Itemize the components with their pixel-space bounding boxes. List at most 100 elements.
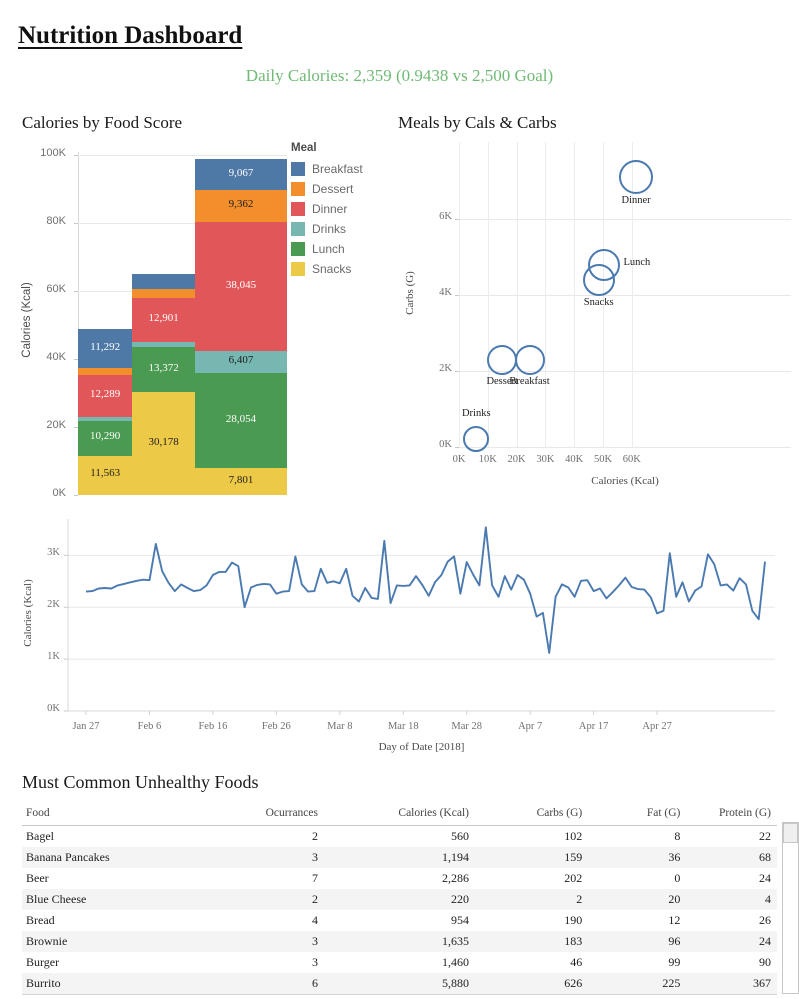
table-body: Bagel 2 560 102 8 22 Banana Pancakes 3 1,194 159 3… [22, 826, 777, 995]
table-row[interactable]: Blue Cheese 2 220 2 20 4 [22, 889, 777, 910]
table-col-header-1[interactable]: Ocurrances [195, 803, 324, 826]
scatter-y-axis-title: Carbs (G) [404, 270, 416, 315]
bar-value-label: 13,372 [148, 361, 179, 374]
meal-legend: Meal Breakfast Dessert Dinner Drinks Lunch Sn… [291, 142, 391, 279]
bar-value-label: 9,362 [228, 198, 254, 211]
table-row[interactable]: Burrito 6 5,880 626 225 367 [22, 973, 777, 995]
line-x-tick: Mar 18 [387, 721, 419, 732]
table-cell: Beer [26, 871, 49, 885]
table-cell: 159 [564, 850, 583, 864]
table-cell: 68 [759, 850, 771, 864]
table-col-header-0[interactable]: Food [22, 803, 196, 826]
table-head: Food Ocurrances Calories (Kcal) Carbs (G) Fa… [22, 803, 777, 826]
table-cell: 4 [765, 892, 771, 906]
bar-segment-breakfast-1[interactable] [132, 274, 196, 289]
bar-y-tick: 20K [46, 419, 66, 431]
table-cell: 5,880 [323, 973, 475, 995]
legend-item-label: Lunch [312, 242, 345, 256]
bar-y-tickmark [74, 155, 78, 156]
bar-value-label: 6,407 [228, 354, 254, 367]
table-cell: 12 [668, 913, 681, 927]
table-cell: 3 [311, 955, 318, 969]
bubble-drinks[interactable] [463, 426, 490, 453]
table-cell: 560 [450, 829, 469, 843]
legend-item-dessert[interactable]: Dessert [291, 179, 391, 199]
table-cell: 1,460 [441, 955, 469, 969]
scatter-gridline-v [516, 142, 518, 447]
scatter-x-tick: 60K [622, 454, 641, 465]
bar-y-tick: 80K [46, 215, 66, 227]
legend-item-lunch[interactable]: Lunch [291, 239, 391, 259]
bar-y-tickmark [74, 291, 78, 292]
table-cell: 99 [668, 955, 681, 969]
bar-y-tick: 100K [40, 147, 66, 159]
bar-y-tick: 0K [52, 487, 66, 499]
scatter-gridline-v [459, 142, 460, 447]
table-cell: 24 [759, 934, 771, 948]
legend-item-snacks[interactable]: Snacks [291, 259, 391, 279]
legend-swatch-dinner [291, 202, 305, 216]
line-y-tick: 3K [47, 547, 60, 559]
table-cell: Bagel [26, 829, 54, 843]
table-scrollbar[interactable] [782, 822, 799, 994]
table-col-header-5[interactable]: Protein (G) [686, 803, 777, 826]
table-row[interactable]: Bread 4 954 190 12 26 [22, 910, 777, 931]
table-cell: Burger [26, 955, 60, 969]
scatter-y-tick: 6K [439, 211, 452, 222]
bar-value-label: 12,289 [90, 388, 121, 401]
bubble-dinner[interactable] [619, 160, 654, 195]
table-row[interactable]: Banana Pancakes 3 1,194 159 36 68 [22, 847, 777, 868]
table-col-header-2[interactable]: Calories (Kcal) [323, 803, 475, 826]
legend-item-drinks[interactable]: Drinks [291, 219, 391, 239]
table-row[interactable]: Brownie 3 1,635 183 96 24 [22, 931, 777, 952]
daily-calories-line-chart[interactable]: 0K 1K 2K 3K Jan 27 Feb 6 Feb 16 Feb 26 Mar 8 Mar … [0, 505, 799, 760]
legend-item-label: Breakfast [312, 162, 363, 176]
table-cell: 2 [311, 829, 318, 843]
table-row[interactable]: Bagel 2 560 102 8 22 [22, 826, 777, 848]
table-cell: 220 [450, 892, 469, 906]
table-col-header-3[interactable]: Carbs (G) [474, 803, 589, 826]
bar-segment-drinks-0[interactable] [78, 416, 133, 421]
meals-by-cals-carbs-chart[interactable]: 0K 2K 4K 6K 0K 10K 20K 30K 40K 50K 60K Calories (Kc… [398, 130, 799, 500]
table-cell: 6 [195, 973, 324, 995]
bar-segment-dessert-1[interactable] [132, 288, 196, 299]
table-cell: 90 [759, 955, 771, 969]
table-cell: 2 [576, 892, 583, 906]
scatter-y-tick: 0K [439, 439, 452, 450]
scatter-gridline-h [459, 447, 791, 448]
bar-segment-drinks-1[interactable] [132, 342, 196, 347]
bubble-label-drinks: Drinks [461, 408, 491, 420]
bar-segment-dessert-0[interactable] [78, 367, 133, 376]
bubble-label-lunch: Lunch [623, 256, 651, 268]
table-cell: Burrito [22, 973, 196, 995]
line-x-tick: Apr 27 [642, 721, 672, 732]
line-x-tick: Feb 16 [198, 721, 228, 732]
legend-item-dinner[interactable]: Dinner [291, 199, 391, 219]
bubble-lunch[interactable] [588, 248, 621, 281]
bar-value-label: 38,045 [225, 278, 257, 291]
legend-title: Meal [291, 142, 317, 154]
legend-swatch-dessert [291, 182, 305, 196]
line-x-tick: Apr 7 [518, 721, 543, 732]
legend-swatch-breakfast [291, 162, 305, 176]
table-row[interactable]: Beer 7 2,286 202 0 24 [22, 868, 777, 889]
unhealthy-foods-table-wrap: Food Ocurrances Calories (Kcal) Carbs (G) Fa… [22, 803, 799, 995]
line-x-tick: Mar 8 [327, 721, 353, 732]
table-col-header-4[interactable]: Fat (G) [588, 803, 687, 826]
table-scrollbar-thumb[interactable] [783, 823, 798, 843]
legend-item-breakfast[interactable]: Breakfast [291, 159, 391, 179]
bar-value-label: 30,178 [148, 435, 179, 448]
table-cell: 954 [450, 913, 469, 927]
kpi-daily-calories: Daily Calories: 2,359 (0.9438 vs 2,500 G… [245, 66, 554, 85]
bubble-dessert[interactable] [487, 344, 518, 375]
bubble-breakfast[interactable] [514, 344, 545, 375]
table-cell: 4 [311, 913, 318, 927]
bubble-label-dinner: Dinner [621, 195, 651, 207]
table-cell: 367 [686, 973, 777, 995]
table-cell: 202 [564, 871, 583, 885]
calories-line [85, 526, 766, 654]
line-x-tick: Jan 27 [72, 721, 100, 732]
scatter-gridline-h [459, 219, 791, 220]
table-row[interactable]: Burger 3 1,460 46 99 90 [22, 952, 777, 973]
bar-value-label: 7,801 [228, 473, 254, 486]
